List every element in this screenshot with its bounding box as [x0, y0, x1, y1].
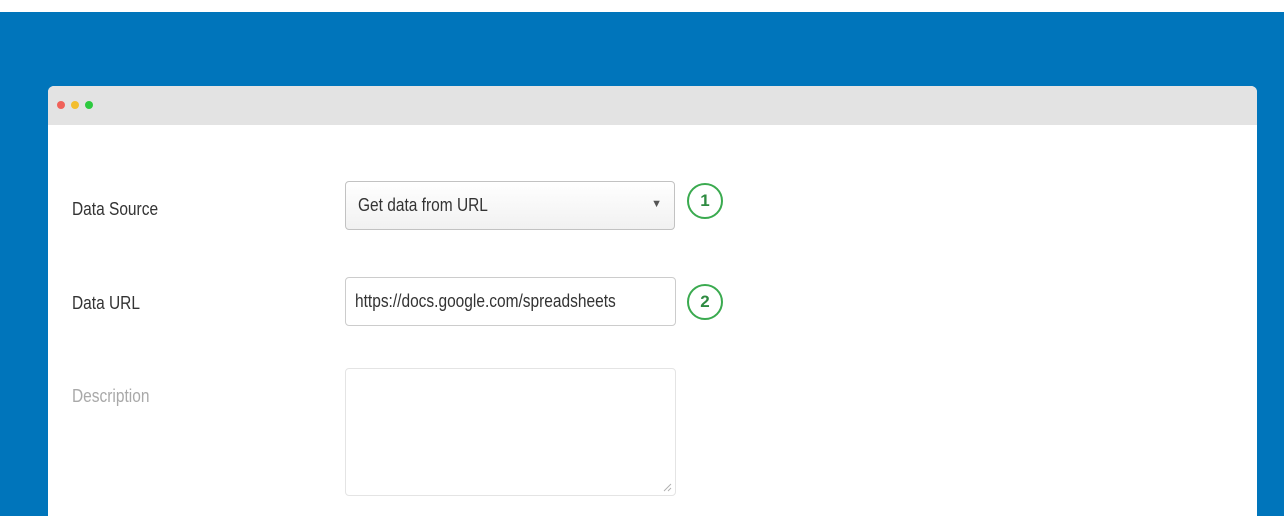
data-source-select[interactable]: Get data from URL ▼	[345, 181, 675, 230]
dropdown-caret-icon: ▼	[651, 198, 662, 210]
step-2-badge: 2	[687, 284, 723, 320]
step-1-badge: 1	[687, 183, 723, 219]
data-url-label: Data URL	[72, 293, 140, 313]
resize-grip-icon[interactable]	[663, 483, 672, 492]
maximize-window-dot-icon[interactable]	[85, 101, 93, 109]
data-url-value: https://docs.google.com/spreadsheets	[355, 291, 616, 311]
data-url-input[interactable]: https://docs.google.com/spreadsheets	[345, 277, 676, 326]
description-textarea[interactable]	[345, 368, 676, 496]
data-source-selected-value: Get data from URL	[358, 195, 488, 215]
app-window: Data Source Get data from URL ▼ 1 Data U…	[48, 86, 1257, 528]
close-window-dot-icon[interactable]	[57, 101, 65, 109]
data-source-label: Data Source	[72, 199, 159, 219]
window-titlebar	[48, 86, 1257, 125]
minimize-window-dot-icon[interactable]	[71, 101, 79, 109]
background-panel: Data Source Get data from URL ▼ 1 Data U…	[0, 12, 1284, 528]
description-label: Description	[72, 386, 150, 406]
